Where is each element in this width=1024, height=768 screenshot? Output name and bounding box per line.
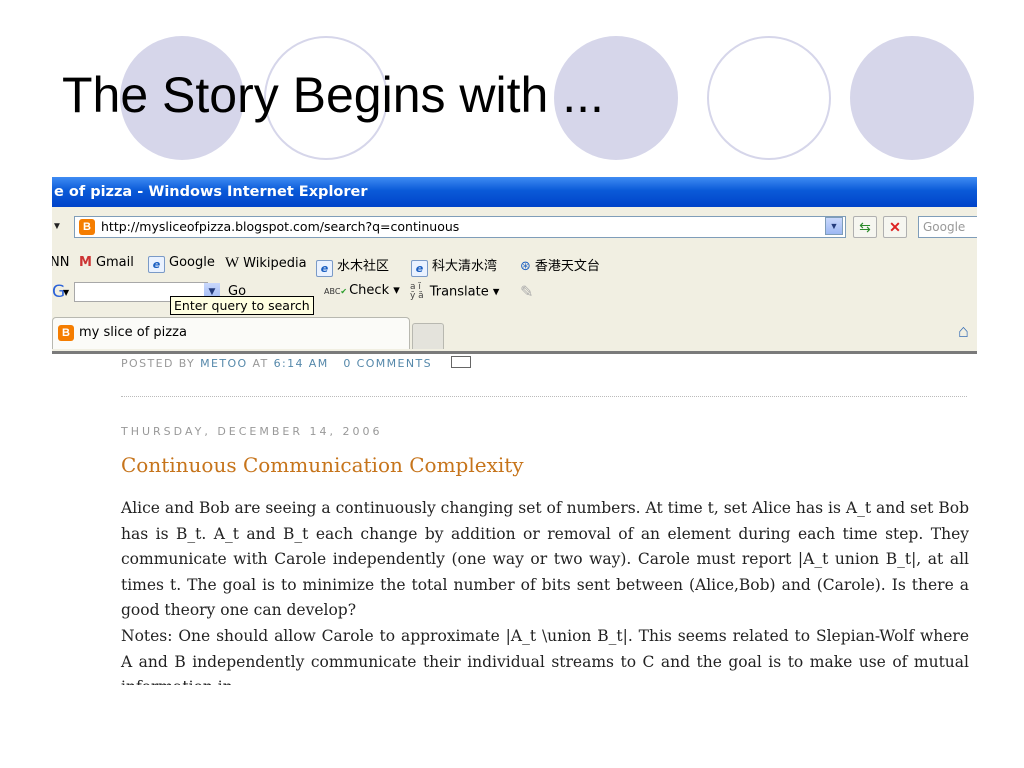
comments-link[interactable]: 0 COMMENTS — [343, 357, 432, 370]
address-dropdown-icon[interactable]: ▼ — [825, 217, 843, 235]
post-title[interactable]: Continuous Communication Complexity — [121, 453, 524, 477]
address-url[interactable]: http://mysliceofpizza.blogspot.com/searc… — [101, 219, 459, 234]
blog-page: POSTED BY METOO AT 6:14 AM 0 COMMENTS TH… — [52, 354, 977, 685]
email-post-icon[interactable] — [450, 356, 471, 368]
link-google[interactable]: e Google — [148, 255, 215, 273]
post-time-link[interactable]: 6:14 AM — [274, 357, 329, 370]
blogger-icon: B — [58, 325, 74, 341]
links-bar: NN M Gmail e Google W Wikipedia e 水木社区 e 科大清水… — [52, 252, 977, 277]
search-input[interactable]: Google — [918, 216, 977, 238]
gmail-icon: M — [79, 255, 92, 270]
observatory-icon: ⊛ — [520, 259, 531, 274]
translate-button[interactable]: a ĭȳ ă Translate ▾ — [410, 283, 499, 301]
refresh-button[interactable]: ⇆ — [853, 216, 877, 238]
link-ust[interactable]: e 科大清水湾 — [411, 255, 497, 277]
spell-check-button[interactable]: ABC✔ Check ▾ — [324, 283, 400, 298]
decor-circle-4 — [707, 36, 831, 160]
post-paragraph-2: Notes: One should allow Carole to approx… — [121, 627, 969, 685]
new-tab-button[interactable] — [412, 323, 444, 349]
post-author-link[interactable]: METOO — [200, 357, 247, 370]
link-shuimu[interactable]: e 水木社区 — [316, 255, 389, 277]
link-observatory[interactable]: ⊛ 香港天文台 — [520, 255, 600, 274]
spell-check-icon: ABC✔ — [324, 287, 348, 296]
translate-icon: a ĭȳ ă — [410, 282, 424, 301]
window-title-bar: e of pizza - Windows Internet Explorer — [52, 177, 977, 207]
wikipedia-icon: W — [225, 255, 240, 271]
post-divider — [121, 396, 967, 397]
link-gmail[interactable]: M Gmail — [79, 255, 134, 270]
tab-my-slice-of-pizza[interactable]: B my slice of pizza — [52, 317, 410, 349]
link-nn[interactable]: NN — [52, 255, 69, 270]
address-bar[interactable]: B http://mysliceofpizza.blogspot.com/sea… — [74, 216, 846, 238]
tab-label: my slice of pizza — [79, 325, 187, 340]
tooltip: Enter query to search — [170, 296, 314, 315]
post-paragraph-1: Alice and Bob are seeing a continuously … — [121, 499, 969, 619]
ie-page-icon: e — [316, 260, 333, 277]
browser-screenshot: e of pizza - Windows Internet Explorer ▼… — [52, 177, 977, 685]
link-wikipedia[interactable]: W Wikipedia — [225, 255, 307, 272]
date-header: THURSDAY, DECEMBER 14, 2006 — [121, 425, 383, 438]
post-meta: POSTED BY METOO AT 6:14 AM 0 COMMENTS — [121, 356, 471, 370]
stop-button[interactable]: ✕ — [883, 216, 907, 238]
decor-circle-5 — [850, 36, 974, 160]
address-row: ▼ B http://mysliceofpizza.blogspot.com/s… — [52, 213, 977, 243]
tab-bar: B my slice of pizza ⌂ — [52, 315, 977, 352]
google-dropdown-icon[interactable]: ▼ — [63, 288, 69, 297]
back-dropdown-icon[interactable]: ▼ — [52, 221, 62, 232]
highlighter-icon[interactable]: ✎ — [520, 282, 533, 301]
ie-page-icon: e — [411, 260, 428, 277]
home-icon[interactable]: ⌂ — [958, 321, 969, 342]
ie-page-icon: e — [148, 256, 165, 273]
blogger-icon: B — [79, 219, 95, 235]
slide-title: The Story Begins with ... — [62, 67, 604, 123]
